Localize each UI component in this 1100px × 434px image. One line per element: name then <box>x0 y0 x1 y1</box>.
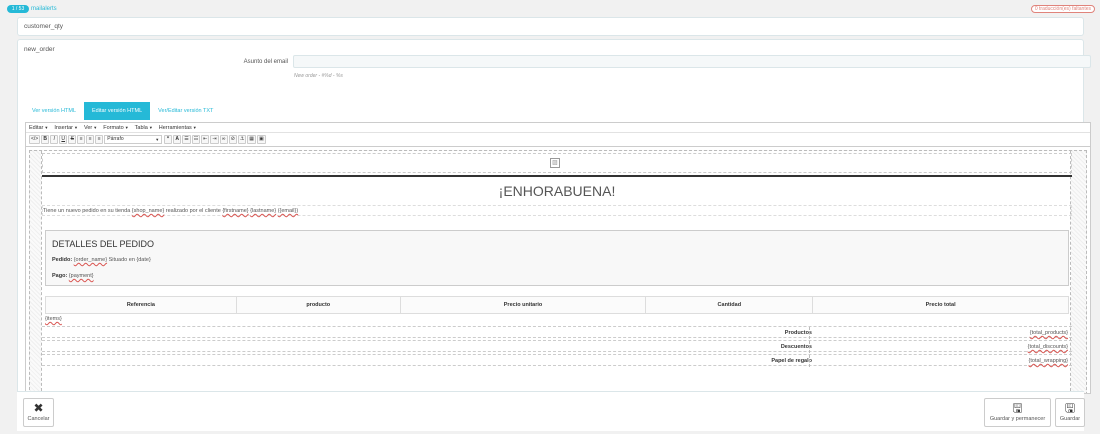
editor-menubar: Editar▼ Insertar▼ Ver▼ Formato▼ Tabla▼ H… <box>26 123 1090 133</box>
col-unit-price: Precio unitario <box>399 296 647 314</box>
menu-edit[interactable]: Editar▼ <box>29 123 48 132</box>
anchor-icon[interactable]: ⚓ <box>237 135 247 144</box>
cancel-button[interactable]: ✖ Cancelar <box>23 398 54 427</box>
col-quantity: Cantidad <box>645 296 814 314</box>
editor-toolbar: </> B I U S ≡ ≡ ≡ Párrafo ▼ ❞ A ☰ ☷ ⇤ ⇥ ∞… <box>26 133 1090 147</box>
menu-format[interactable]: Formato▼ <box>103 123 128 132</box>
numbered-list-icon[interactable]: ☷ <box>191 135 201 144</box>
top-bar: 1 / 53 mailalerts 0 traducción(es) falta… <box>0 0 1100 16</box>
save-icon: 🖫 <box>1064 401 1076 415</box>
table-icon[interactable]: ▦ <box>247 135 257 144</box>
menu-view[interactable]: Ver▼ <box>84 123 97 132</box>
align-left-icon[interactable]: ≡ <box>77 135 86 144</box>
rich-text-editor: Editar▼ Insertar▼ Ver▼ Formato▼ Tabla▼ H… <box>25 122 1091 394</box>
firstname-var: {firstname} <box>222 208 249 214</box>
code-icon[interactable]: </> <box>29 135 41 144</box>
unlink-icon[interactable]: ⊘ <box>228 135 237 144</box>
col-total-price: Precio total <box>812 296 1069 314</box>
italic-icon[interactable]: I <box>50 135 59 144</box>
save-and-stay-button[interactable]: 🖫 Guardar y permanecer <box>984 398 1051 427</box>
subject-help-text: New order - #%d - %s <box>294 73 343 79</box>
tab-edit-txt[interactable]: Ver/Editar versión TXT <box>150 102 221 120</box>
customer-qty-panel[interactable]: customer_qty <box>17 17 1084 36</box>
close-icon: ✖ <box>33 401 44 415</box>
align-center-icon[interactable]: ≡ <box>86 135 95 144</box>
editor-content-area[interactable]: ▨ ¡ENHORABUENA! Tiene un nuevo pedido en… <box>29 150 1087 393</box>
align-right-icon[interactable]: ≡ <box>95 135 104 144</box>
menu-tools[interactable]: Herramientas▼ <box>159 123 197 132</box>
email-heading: ¡ENHORABUENA! <box>498 183 616 199</box>
order-line: Pedido: {order_name} Situado en {date} <box>52 257 151 263</box>
details-title: DETALLES DEL PEDIDO <box>52 239 155 249</box>
total-products-row: Productos {total_products} <box>42 326 1072 339</box>
blockquote-icon[interactable]: ❞ <box>164 135 173 144</box>
underline-icon[interactable]: U <box>59 135 68 144</box>
payment-line: Pago: {payment} <box>52 273 94 279</box>
heading-divider <box>42 175 1072 177</box>
email-var: ({email}) <box>277 208 299 214</box>
tab-edit-html[interactable]: Editar versión HTML <box>84 102 151 120</box>
new-order-title: new_order <box>24 46 55 53</box>
format-select[interactable]: Párrafo ▼ <box>104 135 163 144</box>
version-tabs: Ver versión HTML Editar versión HTML Ver… <box>24 102 221 120</box>
text-color-icon[interactable]: A <box>173 135 182 144</box>
total-wrapping-row: Papel de regalo {total_wrapping} <box>42 354 1072 367</box>
module-name: mailalerts <box>31 6 57 12</box>
tab-view-html[interactable]: Ver versión HTML <box>24 102 84 120</box>
count-badge: 1 / 53 <box>7 5 29 13</box>
save-icon: 🖫 <box>1012 401 1023 415</box>
missing-translations-badge: 0 traducción(es) faltantes <box>1030 5 1095 13</box>
email-body: ▨ ¡ENHORABUENA! Tiene un nuevo pedido en… <box>41 151 1072 393</box>
save-button[interactable]: 🖫 Guardar <box>1055 398 1085 427</box>
col-product: producto <box>235 296 401 314</box>
image-icon[interactable]: ▣ <box>257 135 266 144</box>
products-table: Referencia producto Precio unitario Cant… <box>45 296 1069 314</box>
intro-text: Tiene un nuevo pedido en su tienda {shop… <box>42 205 1072 216</box>
form-footer: ✖ Cancelar 🖫 Guardar y permanecer 🖫 Guar… <box>17 391 1085 431</box>
bullet-list-icon[interactable]: ☰ <box>182 135 191 144</box>
logo-row: ▨ <box>42 153 1072 173</box>
link-icon[interactable]: ∞ <box>219 135 228 144</box>
subject-input[interactable] <box>293 55 1091 68</box>
broken-image-icon: ▨ <box>550 158 560 168</box>
customer-qty-title: customer_qty <box>24 23 64 30</box>
shop-name-var: {shop_name} <box>131 208 165 214</box>
items-var: {items} <box>45 316 62 322</box>
new-order-panel: new_order Asunto del email New order - #… <box>17 39 1091 431</box>
bold-icon[interactable]: B <box>41 135 50 144</box>
subject-label: Asunto del email <box>243 59 288 65</box>
order-details-box: DETALLES DEL PEDIDO Pedido: {order_name}… <box>45 230 1069 286</box>
outdent-icon[interactable]: ⇤ <box>201 135 210 144</box>
menu-table[interactable]: Tabla▼ <box>135 123 153 132</box>
lastname-var: {lastname} <box>250 208 277 214</box>
total-discounts-row: Descuentos {total_discounts} <box>42 340 1072 353</box>
indent-icon[interactable]: ⇥ <box>210 135 219 144</box>
col-reference: Referencia <box>45 296 237 314</box>
menu-insert[interactable]: Insertar▼ <box>54 123 78 132</box>
strikethrough-icon[interactable]: S <box>68 135 77 144</box>
